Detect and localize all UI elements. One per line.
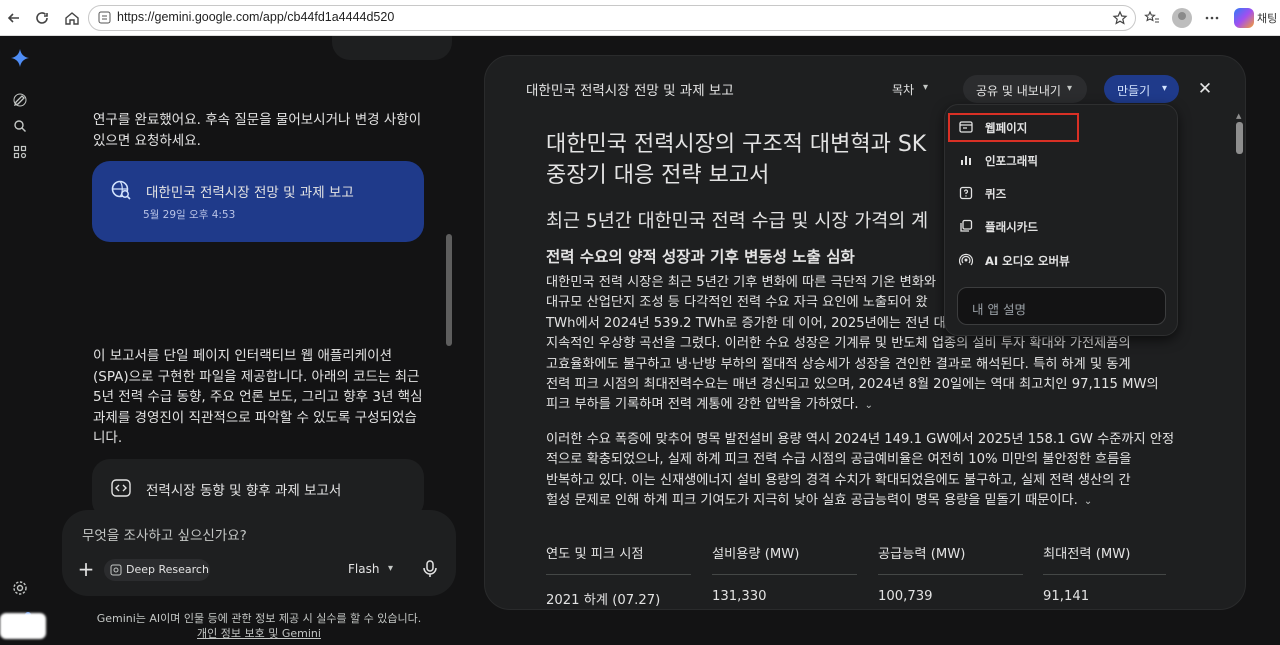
bookmark-star-icon[interactable] [1110,8,1130,28]
table-divider [712,574,857,575]
prompt-input-placeholder[interactable]: 무엇을 조사하고 싶으신가요? [82,524,247,544]
chevron-down-icon[interactable]: ▾ [923,82,928,93]
paragraph-text: 헐성 문제로 인해 하계 피크 기여도가 지극히 낮아 실효 공급능력이 명목 … [546,493,1078,509]
bar-chart-icon [961,156,971,165]
gems-icon[interactable] [10,142,30,162]
assistant-message: 연구를 완료했어요. 후속 질문을 물어보시거나 변경 사항이 있으면 요청하세… [93,112,422,149]
browser-toolbar: https://gemini.google.com/app/cb44fd1a44… [0,0,1280,36]
table-header-cell: 설비용량 (MW) [712,547,800,562]
paragraph-text: 피크 부하를 기록하며 전력 계통에 강한 압박을 가하였다. [546,397,859,413]
flashcards-icon [960,219,973,232]
paragraph-line: 반복하고 있다. 이는 신재생에너지 설비 용량의 경격 수치가 확대되었음에도… [546,472,1131,488]
paragraph-line: 지속적인 우상향 곡선을 그렸다. 이러한 수요 성장은 기계류 및 반도체 업… [546,336,1131,352]
table-header-cell: 연도 및 피크 시점 [546,547,644,562]
table-header-cell: 공급능력 (MW) [878,547,966,562]
canvas-title: 대한민국 전력시장 전망 및 과제 보고 [526,83,734,99]
previous-message-bubble [332,36,452,60]
table-cell: 2021 하계 (07.27) [546,593,661,608]
chevron-down-icon[interactable]: ▾ [388,563,393,574]
table-cell: 131,330 [712,589,767,604]
menu-item-label: AI 오디오 오버뷰 [985,254,1070,268]
reload-icon[interactable] [32,8,52,28]
table-divider [1043,574,1166,575]
paragraph: 이러한 수요 폭증에 맞추어 명목 발전설비 용량 역시 2024년 149.1… [546,430,1176,513]
paragraph-line: 이러한 수요 폭증에 맞추어 명목 발전설비 용량 역시 2024년 149.1… [546,431,1175,447]
address-bar[interactable]: https://gemini.google.com/app/cb44fd1a44… [88,5,1136,31]
back-icon[interactable] [4,8,24,28]
menu-item-label: 퀴즈 [985,187,1007,201]
privacy-link[interactable]: 개인 정보 보호 및 Gemini [62,625,456,641]
settings-gear-icon[interactable] [10,578,30,598]
paragraph-line: 고효율화에도 불구하고 냉·난방 부하의 절대적 상승세가 성장을 견인한 결과… [546,356,1131,372]
share-export-label: 공유 및 내보내기 [976,84,1061,98]
paragraph-line: 전력 피크 시점의 최대전력수요는 매년 경신되고 있으며, 2024년 8월 … [546,377,1159,393]
gemini-sparkle-icon[interactable] [10,48,30,68]
table-divider [878,574,1023,575]
data-table: 연도 및 피크 시점 설비용량 (MW) 공급능력 (MW) 최대전력 (MW)… [546,539,1166,608]
menu-item-label: 플래시카드 [985,220,1038,234]
add-attachment-plus-icon[interactable]: + [76,559,96,579]
create-button[interactable]: 만들기 ▾ [1104,75,1179,103]
microphone-icon[interactable] [420,559,440,579]
report-card-title: 대한민국 전력시장 전망 및 과제 보고 [146,185,354,201]
menu-item-quiz[interactable]: 퀴즈 [945,178,1179,208]
home-icon[interactable] [62,8,82,28]
deep-research-label: Deep Research [126,563,209,576]
report-card-timestamp: 5월 29일 오후 4:53 [143,209,236,221]
ai-disclaimer: Gemini는 AI이며 인물 등에 관한 정보 제공 시 실수를 할 수 있습… [96,612,422,625]
profile-avatar[interactable] [1172,8,1192,28]
favorites-icon[interactable] [1142,8,1162,28]
url-text[interactable]: https://gemini.google.com/app/cb44fd1a44… [117,10,394,24]
paragraph-line: 적으로 확충되었으나, 실제 하계 피크 전력 수급 시점의 공급예비율은 여전… [546,452,1132,468]
expand-chevron-icon[interactable]: ⌄ [1084,496,1092,507]
assistant-message: 이 보고서를 단일 페이지 인터랙티브 웹 애플리케이션(SPA)으로 구현한 … [93,348,423,446]
scroll-up-arrow-icon[interactable]: ▲ [1236,112,1241,120]
app-description-placeholder[interactable]: 내 앱 설명 [972,299,1026,318]
audio-podcast-icon [959,253,973,266]
more-menu-icon[interactable] [1202,8,1222,28]
expand-chevron-icon[interactable]: ⌄ [865,400,873,411]
copilot-label[interactable]: 채팅 [1257,10,1277,26]
menu-item-label: 인포그래픽 [985,154,1038,168]
table-header-row: 연도 및 피크 시점 설비용량 (MW) 공급능력 (MW) 최대전력 (MW)… [546,539,1166,608]
create-label: 만들기 [1117,84,1151,98]
table-header-cell: 최대전력 (MW) [1043,547,1131,562]
table-cell: 100,739 [878,589,933,604]
code-card-title: 전력시장 동향 및 향후 과제 보고서 [146,483,342,499]
close-canvas-icon[interactable]: ✕ [1193,77,1217,101]
paragraph-line: 피크 부하를 기록하며 전력 계통에 강한 압박을 가하였다. ⌄ [546,395,1176,416]
table-cell: 91,141 [1043,589,1090,604]
highlight-box [948,113,1079,142]
quiz-icon [959,186,973,200]
research-report-card[interactable]: 대한민국 전력시장 전망 및 과제 보고 5월 29일 오후 4:53 [92,161,424,242]
new-chat-icon[interactable] [10,90,30,110]
search-icon[interactable] [10,116,30,136]
model-selector[interactable]: Flash [348,562,379,576]
prompt-input-box[interactable]: 무엇을 조사하고 싶으신가요? + Deep Research Flash ▾ [62,510,456,596]
menu-item-audio-overview[interactable]: AI 오디오 오버뷰 [945,245,1179,275]
code-icon [111,479,131,497]
canvas-scrollbar[interactable] [1236,122,1243,154]
deep-research-chip-icon [110,564,122,576]
table-divider [546,574,691,575]
redacted-area [0,613,46,639]
toc-button[interactable]: 목차 [892,81,914,98]
share-export-button[interactable]: 공유 및 내보내기 ▾ [963,75,1087,103]
chevron-down-icon: ▾ [1067,83,1073,94]
deep-research-chip[interactable]: Deep Research [104,559,210,581]
site-info-icon[interactable] [98,11,111,24]
create-dropdown-menu: 웹페이지 인포그래픽 퀴즈 플래시카드 AI 오디오 오버뷰 내 앱 설명 [944,104,1178,336]
copilot-icon[interactable] [1234,8,1254,28]
chevron-down-icon: ▾ [1162,83,1168,94]
menu-item-flashcards[interactable]: 플래시카드 [945,211,1179,241]
app-description-input[interactable]: 내 앱 설명 [957,287,1166,325]
menu-item-infographic[interactable]: 인포그래픽 [945,145,1179,175]
chat-scrollbar[interactable] [446,234,452,346]
paragraph-line: 헐성 문제로 인해 하계 피크 기여도가 지극히 낮아 실효 공급능력이 명목 … [546,491,1176,512]
left-rail [0,36,40,645]
deep-research-icon [111,180,131,200]
